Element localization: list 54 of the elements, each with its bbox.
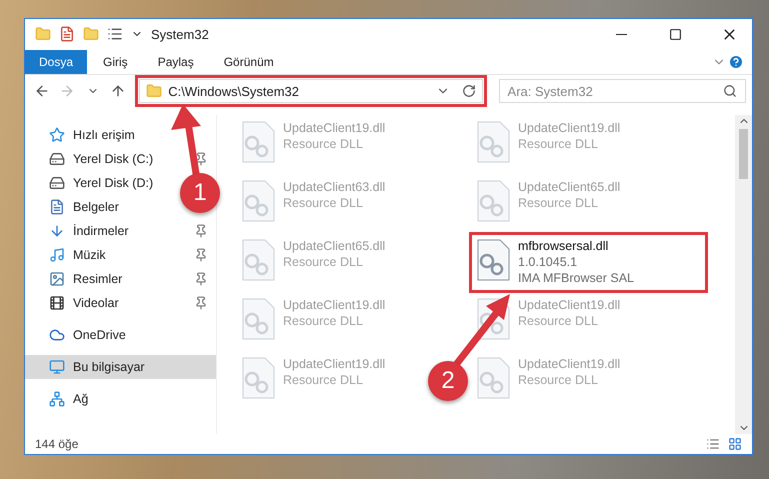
pin-icon[interactable] xyxy=(194,224,208,238)
ribbon-tab[interactable]: Görünüm xyxy=(210,50,288,74)
window-title: System32 xyxy=(151,26,210,42)
tiles-view-icon[interactable] xyxy=(728,437,742,451)
music-note-icon xyxy=(49,247,65,263)
folder-icon xyxy=(146,83,162,99)
help-icon[interactable] xyxy=(728,54,744,70)
sidebar-item[interactable]: Videolar xyxy=(37,291,127,315)
pin-icon[interactable] xyxy=(194,152,208,166)
dll-file-icon xyxy=(241,239,275,281)
document-icon xyxy=(49,199,65,215)
sidebar-item[interactable]: Yerel Disk (C:) xyxy=(37,147,162,171)
drive-icon xyxy=(49,151,65,167)
refresh-icon[interactable] xyxy=(462,84,476,98)
monitor-icon xyxy=(49,359,65,375)
ribbon-tab[interactable]: Dosya xyxy=(25,50,88,74)
dll-file-icon xyxy=(476,239,510,281)
sidebar-item[interactable]: İndirmeler xyxy=(37,219,137,243)
sidebar-item[interactable]: Yerel Disk (D:) xyxy=(37,171,162,195)
picture-icon xyxy=(49,271,65,287)
dll-file-icon xyxy=(476,180,510,222)
sidebar-item[interactable]: OneDrive xyxy=(25,323,134,347)
file-item[interactable]: mfbrowsersal.dll 1.0.1045.1 IMA MFBrowser SAL xyxy=(472,235,705,290)
dll-file-icon xyxy=(476,357,510,399)
sidebar-item[interactable]: Bu bilgisayar xyxy=(25,355,216,379)
sidebar-item[interactable]: Belgeler xyxy=(37,195,127,219)
scroll-thumb[interactable] xyxy=(739,129,748,179)
ribbon-tab[interactable]: Giriş xyxy=(89,50,142,74)
sidebar-item[interactable]: Resimler xyxy=(37,267,130,291)
ribbon-tab[interactable]: Paylaş xyxy=(144,50,208,74)
dll-file-icon xyxy=(241,357,275,399)
sidebar-item[interactable]: Ağ xyxy=(25,387,96,411)
dll-file-icon xyxy=(241,180,275,222)
star-icon xyxy=(49,127,65,143)
pin-icon[interactable] xyxy=(194,272,208,286)
scrollbar[interactable] xyxy=(735,115,752,434)
network-icon xyxy=(49,391,65,407)
dll-file-icon xyxy=(476,121,510,163)
sidebar-item[interactable]: Müzik xyxy=(37,243,114,267)
dll-file-icon xyxy=(241,121,275,163)
maximize-icon xyxy=(668,28,682,40)
pin-icon[interactable] xyxy=(194,296,208,310)
drive-icon xyxy=(49,175,65,191)
search-icon xyxy=(722,84,737,98)
film-icon xyxy=(49,295,65,311)
search-field[interactable]: Ara: System32 xyxy=(498,79,746,103)
item-count: 144 öğe xyxy=(35,437,78,451)
cloud-icon xyxy=(49,327,65,343)
sidebar-item[interactable]: Hızlı erişim xyxy=(25,123,143,147)
back-arrow-icon xyxy=(34,83,50,99)
details-view-icon[interactable] xyxy=(706,437,720,451)
pin-icon[interactable] xyxy=(194,248,208,262)
dll-file-icon xyxy=(241,298,275,340)
toolbar-list-icon[interactable] xyxy=(107,26,123,42)
